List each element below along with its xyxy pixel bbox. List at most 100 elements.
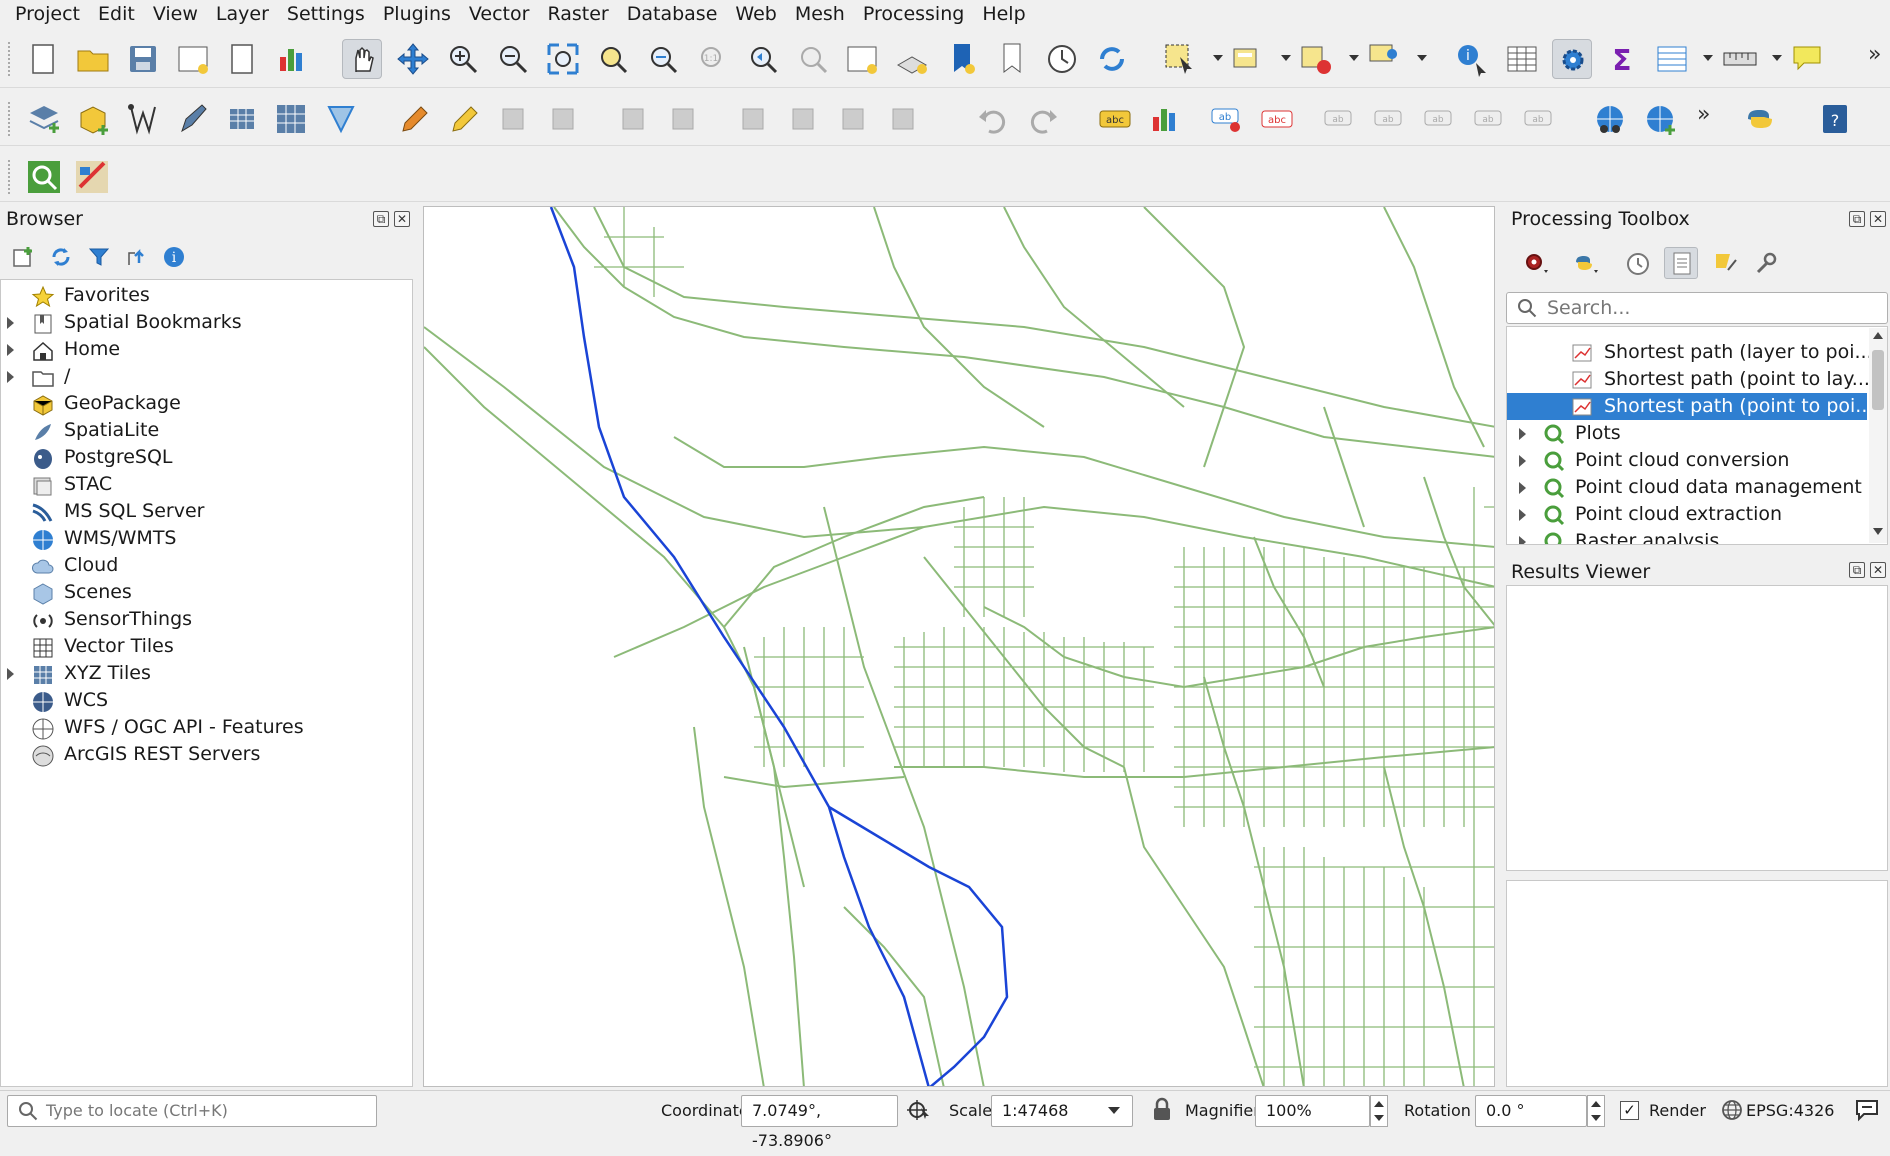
float-panel-icon[interactable]: ⧉ <box>1849 211 1865 227</box>
new-spatialite-layer-icon[interactable] <box>172 99 212 139</box>
toolbox-group[interactable]: Point cloud conversion <box>1507 447 1867 474</box>
menu-edit[interactable]: Edit <box>89 0 144 28</box>
new-print-layout-icon[interactable] <box>173 39 213 79</box>
menu-help[interactable]: Help <box>973 0 1034 28</box>
style-manager-icon[interactable] <box>272 39 312 79</box>
browser-item-spatialite[interactable]: SpatiaLite <box>1 418 411 445</box>
filter-icon[interactable] <box>87 245 111 269</box>
deselect-features-icon[interactable] <box>1296 39 1336 79</box>
refresh-icon[interactable] <box>49 245 73 269</box>
menu-settings[interactable]: Settings <box>278 0 374 28</box>
coordinate-field[interactable]: 7.0749°, -73.8906° <box>741 1095 898 1150</box>
pan-map-icon[interactable] <box>342 39 382 79</box>
toolbox-algorithm[interactable]: Shortest path (layer to poi... <box>1507 339 1873 366</box>
toolbox-group[interactable]: Plots <box>1507 420 1867 447</box>
browser-item-home[interactable]: Home <box>1 337 411 364</box>
identify-features-icon[interactable]: i <box>1452 39 1492 79</box>
crs-globe-icon[interactable] <box>1721 1099 1743 1121</box>
label-properties-icon[interactable]: ab <box>1520 99 1560 139</box>
cut-features-icon[interactable] <box>783 99 823 139</box>
new-geopackage-layer-icon[interactable] <box>73 99 113 139</box>
open-field-calculator-icon[interactable] <box>1502 39 1542 79</box>
scale-dropdown-arrow[interactable] <box>1108 1107 1120 1114</box>
browser-item-[interactable]: / <box>1 364 411 391</box>
options-wrench-icon[interactable] <box>1752 250 1780 278</box>
expand-arrow-icon[interactable] <box>7 668 14 680</box>
toggle-extents-mouse-icon[interactable] <box>905 1096 933 1124</box>
browser-item-spatial-bookmarks[interactable]: Spatial Bookmarks <box>1 310 411 337</box>
toolbox-group[interactable]: Raster analysis <box>1507 528 1867 544</box>
add-selected-layers-icon[interactable] <box>12 245 36 269</box>
copy-features-icon[interactable] <box>833 99 873 139</box>
locator-input[interactable]: Type to locate (Ctrl+K) <box>7 1095 377 1127</box>
paste-features-icon[interactable] <box>883 99 923 139</box>
statistical-summary-icon[interactable]: Σ <box>1602 39 1642 79</box>
results-list[interactable] <box>1506 585 1888 871</box>
lock-scale-icon[interactable] <box>1151 1097 1173 1123</box>
help-icon[interactable]: ? <box>1815 99 1855 139</box>
delete-selected-icon[interactable] <box>733 99 773 139</box>
menu-web[interactable]: Web <box>726 0 785 28</box>
zoom-native-resolution-icon[interactable]: 1:1 <box>693 39 733 79</box>
toolbar-grip[interactable] <box>8 102 12 136</box>
new-virtual-layer-icon[interactable] <box>222 99 262 139</box>
new-project-icon[interactable] <box>23 39 63 79</box>
rotation-spinner[interactable] <box>1587 1095 1605 1127</box>
browser-tree[interactable]: Favorites Spatial Bookmarks Home / GeoPackag… <box>0 279 413 1087</box>
new-mesh-layer-icon[interactable] <box>321 99 361 139</box>
browser-item-xyz-tiles[interactable]: XYZ Tiles <box>1 661 411 688</box>
dropdown-arrow-icon[interactable] <box>1772 55 1782 61</box>
open-project-icon[interactable] <box>73 39 113 79</box>
expand-arrow-icon[interactable] <box>1519 482 1526 494</box>
show-label-icon[interactable]: ab <box>1370 99 1410 139</box>
toolbar-grip[interactable] <box>8 42 12 76</box>
rotation-field[interactable]: 0.0 ° <box>1475 1095 1587 1127</box>
more-tools-icon[interactable]: » <box>1868 42 1881 67</box>
data-source-manager-icon[interactable] <box>24 99 64 139</box>
python-console-icon[interactable] <box>1740 99 1780 139</box>
browser-item-stac[interactable]: STAC <box>1 472 411 499</box>
magnifier-spinner[interactable] <box>1370 1095 1388 1127</box>
browser-item-wcs[interactable]: WCS <box>1 688 411 715</box>
pan-to-selection-icon[interactable] <box>393 39 433 79</box>
close-panel-icon[interactable]: ✕ <box>394 211 410 227</box>
plugin-tool-icon[interactable] <box>72 157 112 197</box>
menu-raster[interactable]: Raster <box>538 0 617 28</box>
save-project-icon[interactable] <box>123 39 163 79</box>
python-icon[interactable] <box>1572 250 1600 278</box>
toolbox-scrollbar[interactable] <box>1869 328 1887 543</box>
history-clock-icon[interactable] <box>1624 250 1652 278</box>
attribute-table-icon[interactable] <box>1652 39 1692 79</box>
more-tools-icon[interactable]: » <box>1697 102 1710 127</box>
browser-item-postgresql[interactable]: PostgreSQL <box>1 445 411 472</box>
dropdown-arrow-icon[interactable] <box>1417 55 1427 61</box>
results-detail[interactable] <box>1506 880 1888 1087</box>
toolbox-algorithm[interactable]: Shortest path (point to poi... <box>1507 393 1873 420</box>
dropdown-arrow-icon[interactable] <box>1703 55 1713 61</box>
diagram-icon[interactable] <box>1145 99 1185 139</box>
browser-item-favorites[interactable]: Favorites <box>1 283 411 310</box>
save-layer-edits-icon[interactable] <box>493 99 533 139</box>
zoom-next-icon[interactable] <box>793 39 833 79</box>
results-document-icon[interactable] <box>1664 247 1698 279</box>
change-label-icon[interactable]: ab <box>1470 99 1510 139</box>
menu-project[interactable]: Project <box>6 0 89 28</box>
menu-processing[interactable]: Processing <box>854 0 973 28</box>
zoom-to-layer-icon[interactable] <box>643 39 683 79</box>
dropdown-arrow-icon[interactable] <box>1281 55 1291 61</box>
processing-toolbox-icon[interactable] <box>1552 39 1592 79</box>
measure-line-icon[interactable] <box>1720 39 1760 79</box>
toolbox-group[interactable]: Point cloud extraction <box>1507 501 1867 528</box>
zoom-to-selection-icon[interactable] <box>593 39 633 79</box>
new-memory-layer-icon[interactable] <box>271 99 311 139</box>
menu-layer[interactable]: Layer <box>207 0 278 28</box>
temporal-controller-icon[interactable] <box>1042 39 1082 79</box>
expand-arrow-icon[interactable] <box>7 371 14 383</box>
browser-item-wms-wmts[interactable]: WMS/WMTS <box>1 526 411 553</box>
edit-features-in-place-icon[interactable] <box>1712 250 1740 278</box>
new-shapefile-layer-icon[interactable] <box>123 99 163 139</box>
zoom-last-icon[interactable] <box>743 39 783 79</box>
vertex-tool-icon[interactable] <box>613 99 653 139</box>
dropdown-arrow-icon[interactable] <box>1213 55 1223 61</box>
expand-arrow-icon[interactable] <box>1519 509 1526 521</box>
